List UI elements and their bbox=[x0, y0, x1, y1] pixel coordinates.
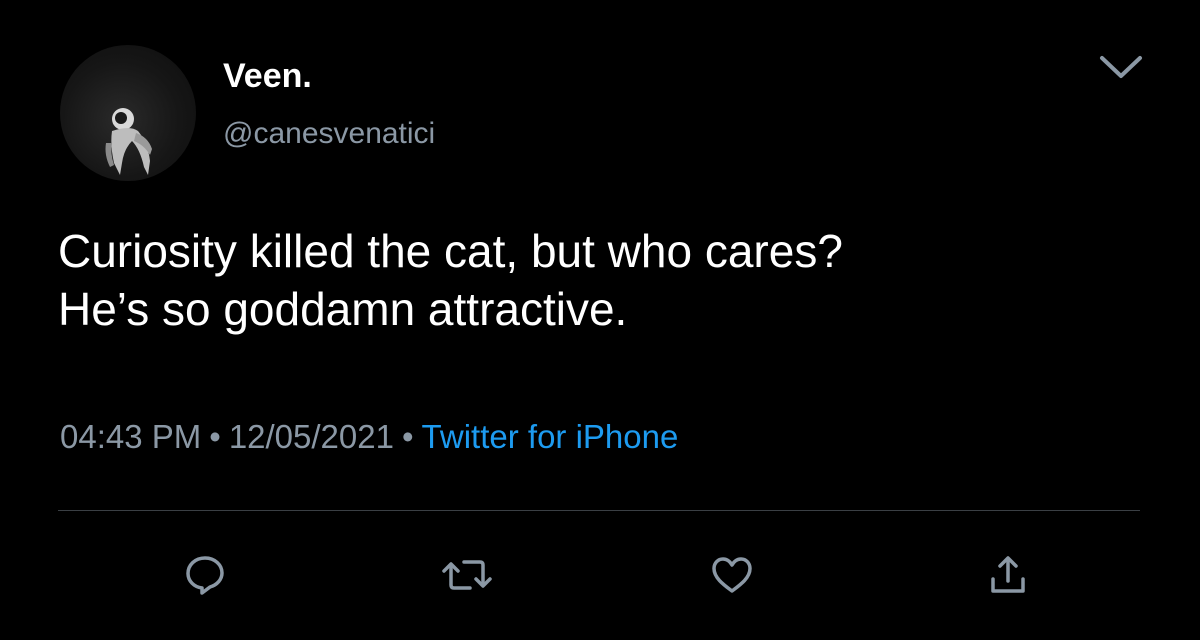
action-bar bbox=[0, 540, 1200, 610]
astronaut-avatar bbox=[105, 108, 152, 175]
reply-icon bbox=[186, 556, 224, 595]
tweet-date: 12/05/2021 bbox=[228, 418, 394, 455]
tweet-text-line: Curiosity killed the cat, but who cares? bbox=[58, 225, 843, 277]
display-name[interactable]: Veen. bbox=[223, 56, 312, 96]
tweet-meta: 04:43 PM • 12/05/2021 • Twitter for iPhone bbox=[60, 417, 678, 457]
heart-icon bbox=[712, 557, 752, 593]
chevron-down-icon[interactable] bbox=[1098, 52, 1144, 82]
like-button[interactable] bbox=[697, 540, 767, 610]
user-handle[interactable]: @canesvenatici bbox=[223, 116, 435, 152]
separator-dot: • bbox=[209, 418, 221, 455]
share-button[interactable] bbox=[973, 540, 1043, 610]
retweet-button[interactable] bbox=[432, 540, 502, 610]
share-icon bbox=[991, 556, 1025, 593]
reply-button[interactable] bbox=[170, 540, 240, 610]
tweet-text: Curiosity killed the cat, but who cares?… bbox=[58, 222, 1158, 338]
separator-dot: • bbox=[401, 418, 414, 455]
divider bbox=[58, 510, 1140, 511]
retweet-icon bbox=[442, 560, 492, 590]
avatar[interactable] bbox=[60, 45, 196, 181]
tweet-text-line: He’s so goddamn attractive. bbox=[58, 283, 628, 335]
tweet-time: 04:43 PM bbox=[60, 418, 202, 455]
tweet-source-link[interactable]: Twitter for iPhone bbox=[422, 418, 679, 455]
